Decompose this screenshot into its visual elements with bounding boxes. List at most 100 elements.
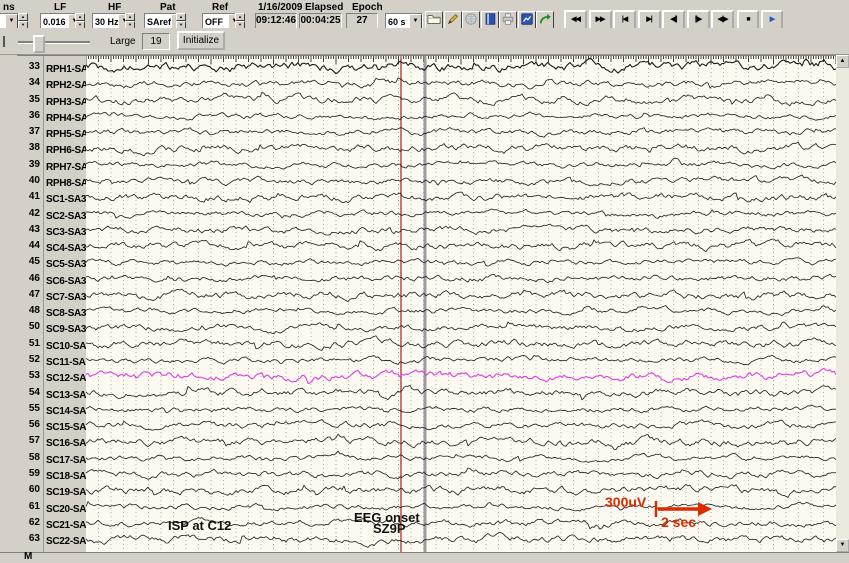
chevron-down-icon[interactable]: ▼ [409,14,422,29]
channel-number: 53 [17,369,40,383]
vertical-scrollbar[interactable]: ▲ ▼ [836,55,849,552]
channel-row[interactable]: 46SC6-SA35I [17,272,86,286]
channel-row[interactable]: 33RPH1-SA35I [17,60,86,74]
channel-row[interactable]: 36RPH4-SA35I [17,109,86,123]
channel-number: 36 [17,109,40,123]
eeg-trace-SC6-SA35 [86,274,836,283]
channel-number: 38 [17,141,40,155]
channel-row[interactable]: 56SC15-SA35I [17,418,86,432]
channel-row[interactable]: 48SC8-SA35I [17,304,86,318]
chevron-down-icon[interactable]: ▼ [5,14,18,29]
channel-row[interactable]: 50SC9-SA35I [17,320,86,334]
channel-row[interactable]: 44SC4-SA35I [17,239,86,253]
channel-row[interactable]: 54SC13-SA35I [17,386,86,400]
spinner-up-icon[interactable]: ▲ [75,13,85,21]
channel-row[interactable]: 52SC11-SA35I [17,353,86,367]
step-back-button[interactable]: ◀|| [662,10,685,30]
amplitude-slider-handle[interactable] [33,35,45,53]
globe-button[interactable] [462,11,480,29]
channel-row[interactable]: 51SC10-SA35I [17,337,86,351]
notebook-button[interactable] [481,11,499,29]
open-folder-button[interactable] [425,11,443,29]
reference-spinner[interactable]: ▲▼ [235,13,245,28]
channel-number: 54 [17,386,40,400]
channel-row[interactable]: 45SC5-SA35I [17,255,86,269]
channel-row[interactable]: 53SC12-SA35I [17,369,86,383]
reference-label: Ref [212,2,228,13]
channel-row[interactable]: 34RPH2-SA35I [17,76,86,90]
channel-label-text: SC8-SA35 [46,308,91,319]
page-duration-value: 60 s [386,17,409,27]
spinner-up-icon[interactable]: ▲ [125,13,135,21]
channel-number: 45 [17,255,40,269]
channel-number: 37 [17,125,40,139]
channel-number: 50 [17,320,40,334]
channel-row[interactable]: 43SC3-SA35I [17,223,86,237]
edit-button[interactable] [444,11,462,29]
left-gutter [0,55,17,552]
channel-number: 35 [17,93,40,107]
stop-button[interactable]: ■ [737,10,759,30]
channel-row[interactable]: 58SC17-SA35I [17,451,86,465]
first-page-button[interactable]: |◀ [613,10,636,30]
step-forward-button[interactable]: ||▶ [687,10,710,30]
scroll-up-icon[interactable]: ▲ [836,55,849,68]
elapsed-value: 00:04:25 [299,13,342,29]
eeg-traces-svg [86,56,836,553]
epoch-label: Epoch [352,2,383,13]
initialize-button[interactable]: Initialize [177,31,225,50]
channel-number: 46 [17,272,40,286]
channel-label-text: SC3-SA35 [46,227,91,238]
channel-label-text: SC2-SA35 [46,211,91,222]
channel-number: 58 [17,451,40,465]
channel-row[interactable]: 38RPH6-SA35I [17,141,86,155]
channel-row[interactable]: 59SC18-SA35I [17,467,86,481]
secondary-toolbar: Large 19 Initialize [0,28,849,55]
eeg-trace-area[interactable]: ISP at C12 EEG onset SZ9P 300uV 2 sec [86,55,836,554]
scroll-down-icon[interactable]: ▼ [836,539,849,552]
spinner-up-icon[interactable]: ▲ [176,13,186,21]
channel-row[interactable]: 41SC1-SA35I [17,190,86,204]
channel-number: 55 [17,402,40,416]
channel-number: 43 [17,223,40,237]
high-filter-spinner[interactable]: ▲▼ [125,13,135,28]
pattern-spinner[interactable]: ▲▼ [176,13,186,28]
channel-row[interactable]: 35RPH3-SA35I [17,93,86,107]
eeg-trace-SC20-SA35 [86,502,836,512]
channel-row[interactable]: 37RPH5-SA35I [17,125,86,139]
channel-row[interactable]: 47SC7-SA35I [17,288,86,302]
chart-button[interactable] [518,11,536,29]
chart-icon [520,12,534,29]
center-button[interactable]: ◀|▶ [711,10,734,30]
time-value: 09:12:46 [255,13,297,29]
low-filter-spinner[interactable]: ▲▼ [75,13,85,28]
fast-forward-button[interactable]: ▶▶ [589,10,612,30]
channel-row[interactable]: 55SC14-SA35I [17,402,86,416]
channel-row[interactable]: 62SC21-SA35I [17,516,86,530]
channel-number: 56 [17,418,40,432]
play-button[interactable]: ▶ [761,10,783,30]
channel-row[interactable]: 42SC2-SA35I [17,207,86,221]
channel-number: 57 [17,434,40,448]
low-filter-label: LF [54,2,66,13]
channel-row[interactable]: 60SC19-SA35I [17,483,86,497]
channel-label-text: SC6-SA35 [46,276,91,287]
sensitivity-spinner[interactable]: ▲▼ [18,13,28,28]
channel-row[interactable]: 63SC22-SA35I [17,532,86,546]
sensitivity-label: ns [3,2,15,13]
rewind-button[interactable]: ◀◀ [564,10,587,30]
export-button[interactable] [536,11,554,29]
eeg-trace-SC7-SA35 [86,289,836,302]
channel-row[interactable]: 39RPH7-SA35I [17,158,86,172]
spinner-up-icon[interactable]: ▲ [235,13,245,21]
channel-row[interactable]: 40RPH8-SA35I [17,174,86,188]
print-button[interactable] [499,11,517,29]
spinner-up-icon[interactable]: ▲ [18,13,28,21]
channel-row[interactable]: 57SC16-SA35I [17,434,86,448]
amplitude-slider-track[interactable] [18,41,90,44]
channel-row[interactable]: 61SC20-SA35I [17,500,86,514]
annotation-isp: ISP at C12 [168,518,231,533]
last-page-button[interactable]: ▶| [638,10,661,30]
channel-label-text: SC4-SA35 [46,243,91,254]
eeg-trace-SC8-SA35 [86,306,836,316]
